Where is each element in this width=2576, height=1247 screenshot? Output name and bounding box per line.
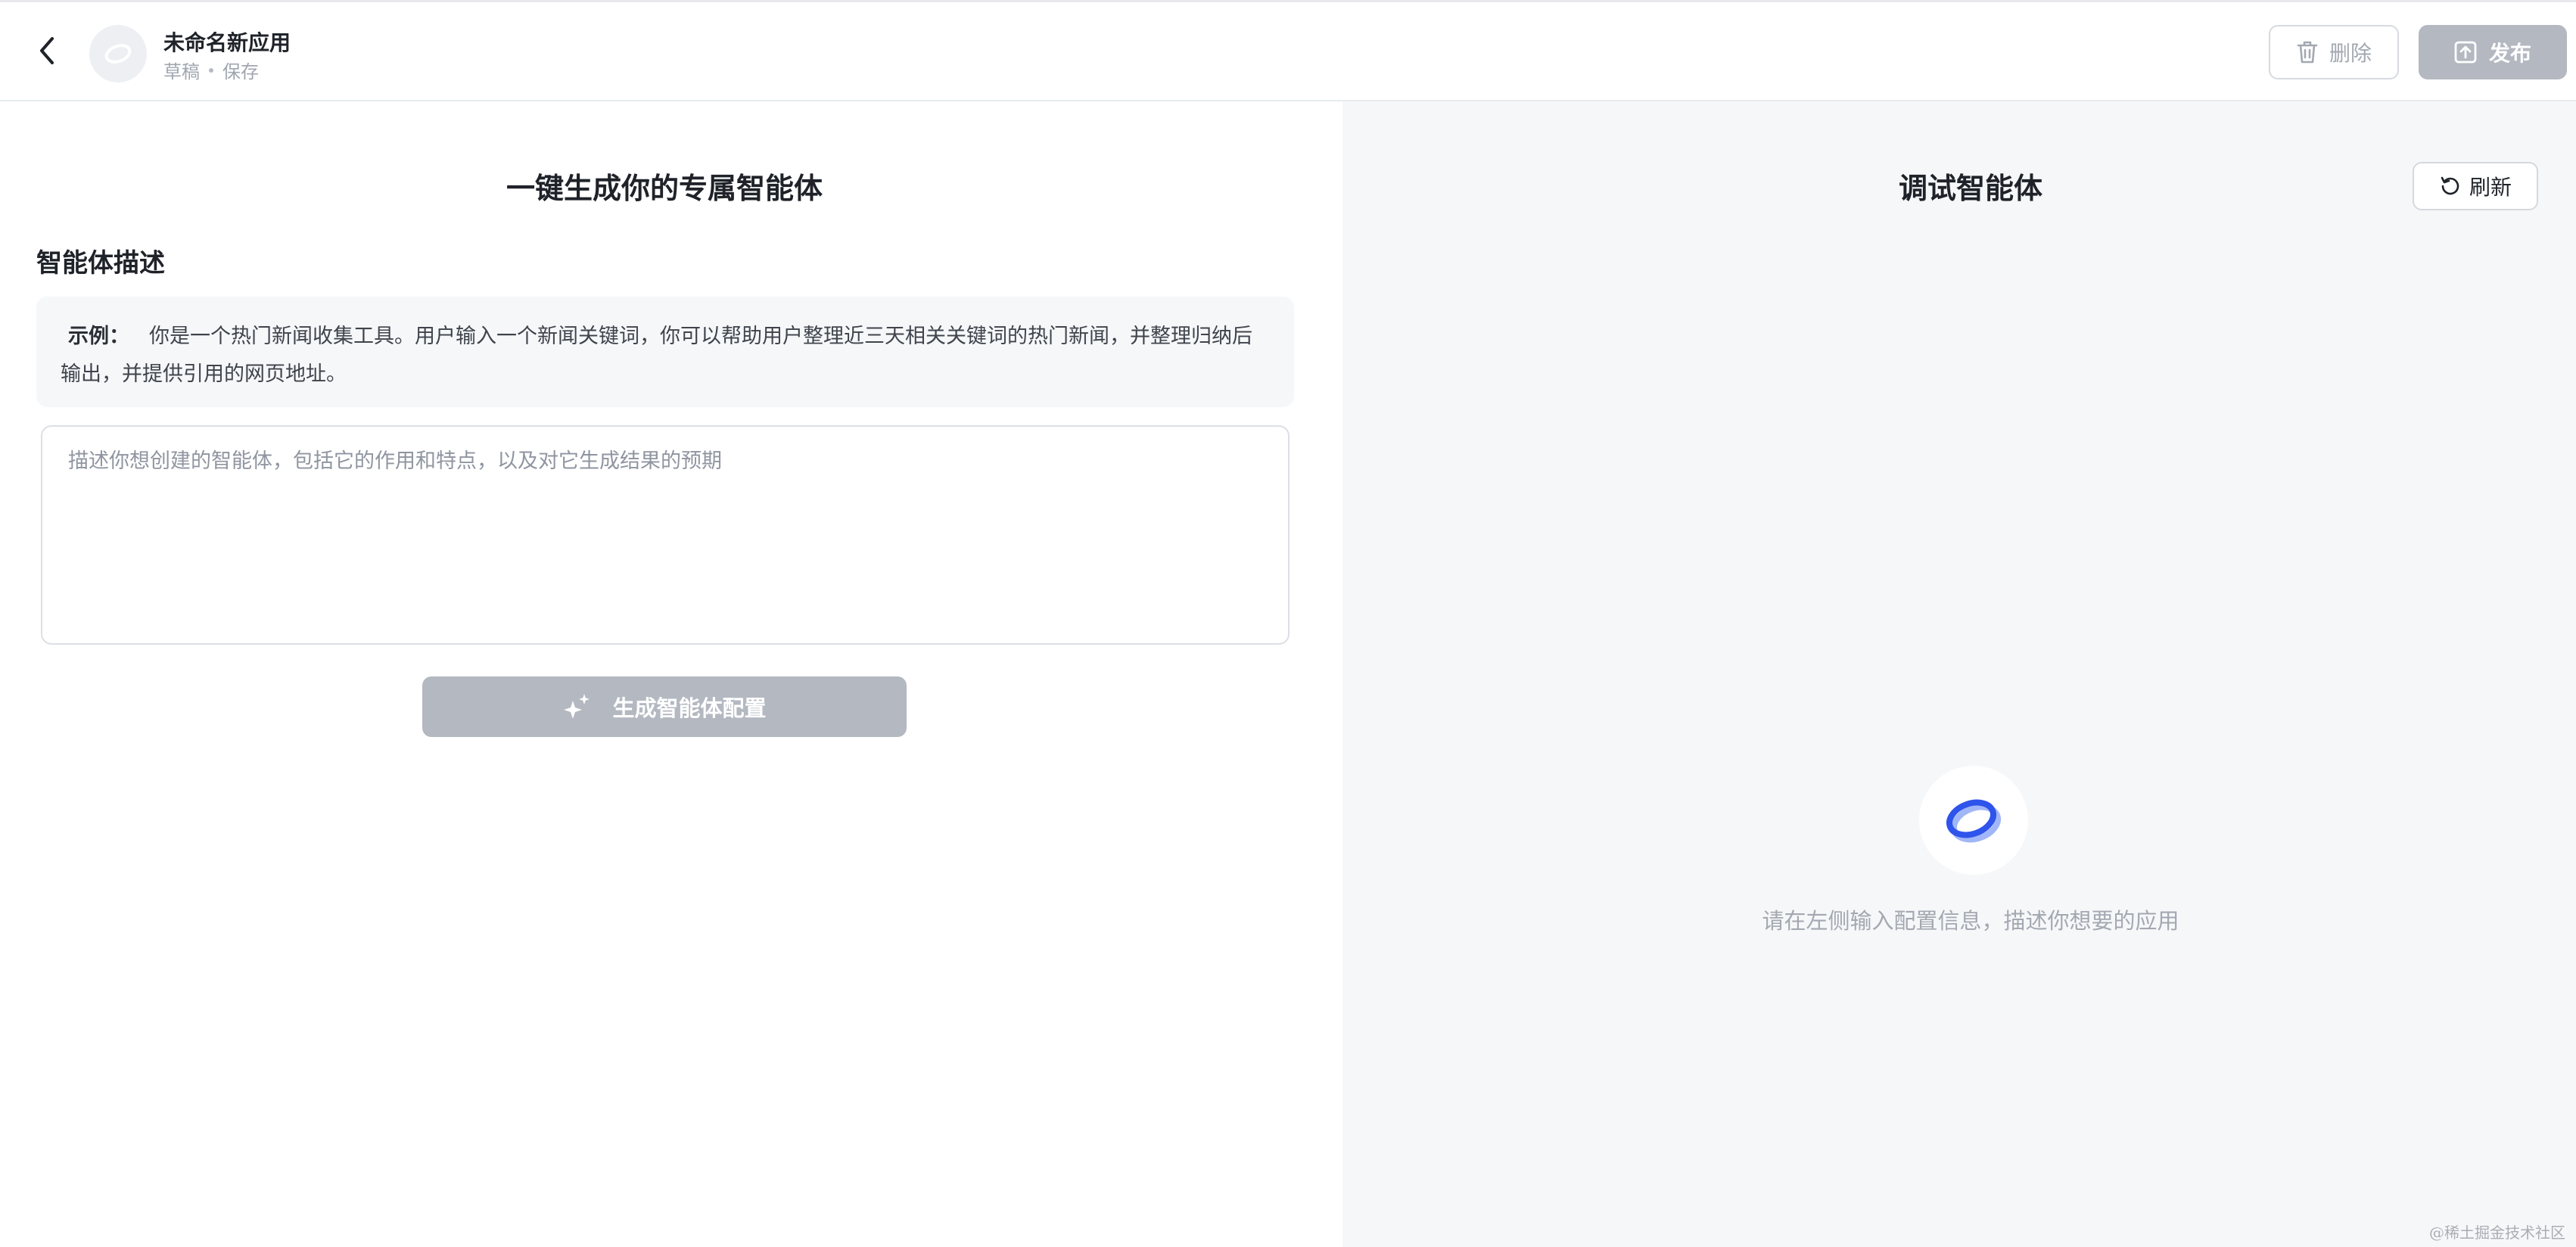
empty-state-logo <box>1919 766 2028 875</box>
status-separator <box>209 67 213 73</box>
section-title: 智能体描述 <box>36 248 165 278</box>
trash-icon <box>2297 41 2318 64</box>
example-label: 示例： <box>68 325 129 348</box>
app-name[interactable]: 未命名新应用 <box>163 26 291 57</box>
example-box: 示例： 你是一个热门新闻收集工具。用户输入一个新闻关键词，你可以帮助用户整理近三天… <box>36 297 1294 407</box>
panel-title: 一键生成你的专属智能体 <box>506 172 823 205</box>
refresh-button[interactable]: 刷新 <box>2413 162 2538 210</box>
empty-state-text: 请在左侧输入配置信息，描述你想要的应用 <box>1762 908 2179 934</box>
delete-label: 删除 <box>2329 41 2372 66</box>
debug-title: 调试智能体 <box>1898 172 2042 205</box>
publish-label: 发布 <box>2488 41 2531 66</box>
app-logo-icon <box>104 44 132 64</box>
generate-label: 生成智能体配置 <box>612 695 767 721</box>
corner-watermark: @稀土掘金技术社区 <box>2429 1224 2565 1242</box>
debug-panel: 调试智能体 刷新 请在左侧输入配置信息，描述你想要的应用 <box>1342 101 2576 1247</box>
description-input[interactable] <box>41 425 1290 645</box>
refresh-icon <box>2441 176 2459 195</box>
refresh-label: 刷新 <box>2469 175 2512 200</box>
app-status: 草稿 保存 <box>163 57 259 83</box>
top-header: 未命名新应用 草稿 保存 删除 发布 <box>0 0 2576 101</box>
back-button[interactable] <box>27 31 67 70</box>
config-panel: 一键生成你的专属智能体 智能体描述 示例： 你是一个热门新闻收集工具。用户输入一个… <box>0 101 1342 1247</box>
draft-status: 草稿 <box>163 61 200 82</box>
ring-logo-icon <box>1946 799 2002 843</box>
upload-icon <box>2454 41 2477 64</box>
publish-button[interactable]: 发布 <box>2419 25 2567 79</box>
save-status[interactable]: 保存 <box>222 57 259 83</box>
delete-button[interactable]: 删除 <box>2269 25 2399 79</box>
generate-config-button[interactable]: 生成智能体配置 <box>422 676 907 737</box>
app-avatar[interactable] <box>89 25 147 82</box>
app-builder: 未命名新应用 草稿 保存 删除 发布 一键生成你的专属智能体 智能体描述 示例：… <box>0 0 2576 1247</box>
example-text: 你是一个热门新闻收集工具。用户输入一个新闻关键词，你可以帮助用户整理近三天相关关… <box>61 325 1252 386</box>
sparkle-icon <box>564 694 590 719</box>
chevron-left-icon <box>40 37 54 64</box>
